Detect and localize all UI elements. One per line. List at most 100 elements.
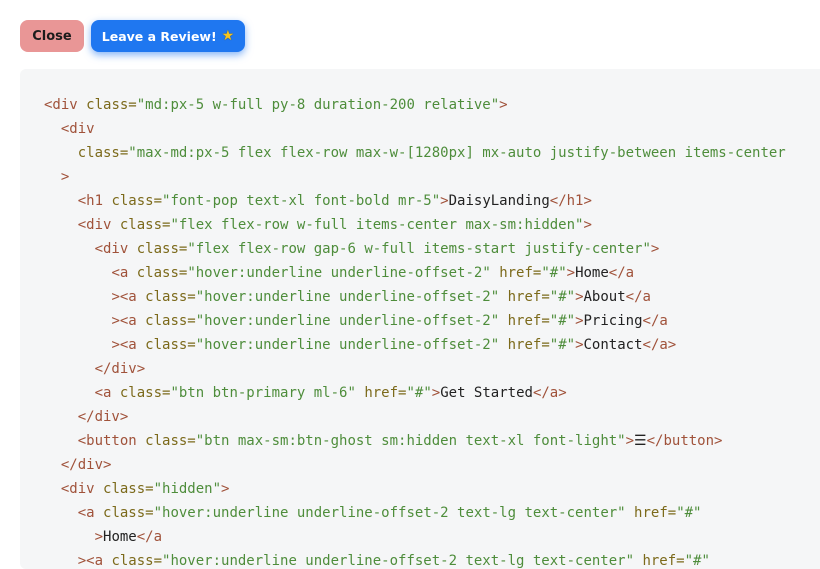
code-token: > <box>94 529 104 545</box>
code-token: href= <box>634 505 677 521</box>
code-line: >Home</a <box>44 525 786 549</box>
code-line: <h1 class="font-pop text-xl font-bold mr… <box>44 189 786 213</box>
code-token: ☰ <box>634 433 647 449</box>
code-token: ><a <box>77 553 112 569</box>
code-line: > <box>44 165 786 189</box>
code-token: class= <box>77 145 129 161</box>
close-button-label: Close <box>32 28 72 44</box>
code-token: ><a <box>111 337 146 353</box>
code-token: <a <box>111 265 137 281</box>
code-token: <div <box>60 121 95 137</box>
code-token: href= <box>642 553 685 569</box>
code-line: <a class="btn btn-primary ml-6" href="#"… <box>44 381 786 405</box>
code-token: class= <box>145 313 196 329</box>
code-token: About <box>583 289 626 305</box>
code-token: DaisyLanding <box>448 193 550 209</box>
leave-review-button-label: Leave a Review! <box>101 28 217 44</box>
code-token: class= <box>86 97 137 113</box>
code-token: "#" <box>541 265 567 281</box>
code-line: ><a class="hover:underline underline-off… <box>44 285 786 309</box>
code-token: <h1 <box>77 193 112 209</box>
code-token: class= <box>103 481 154 497</box>
code-token: "hover:underline underline-offset-2" <box>195 313 508 329</box>
code-line: </div> <box>44 357 786 381</box>
code-token: > <box>566 265 576 281</box>
code-token: <div <box>60 481 104 497</box>
code-token: </a> <box>642 337 677 353</box>
code-block: <div class="md:px-5 w-full py-8 duration… <box>44 93 786 569</box>
code-token: Get Started <box>440 385 533 401</box>
code-token: </h1> <box>549 193 592 209</box>
code-token: "hover:underline underline-offset-2 text… <box>162 553 643 569</box>
code-token: </div> <box>77 409 129 425</box>
code-line: ><a class="hover:underline underline-off… <box>44 549 786 569</box>
code-token: class= <box>119 385 171 401</box>
code-token: "flex flex-row w-full items-center max-s… <box>170 217 584 233</box>
code-token: class= <box>119 217 171 233</box>
code-token: href= <box>507 337 550 353</box>
close-button[interactable]: Close <box>20 20 84 52</box>
code-token: "max-md:px-5 flex flex-row max-w-[1280px… <box>128 145 786 161</box>
code-line: ><a class="hover:underline underline-off… <box>44 309 786 333</box>
code-line: ><a class="hover:underline underline-off… <box>44 333 786 357</box>
code-line: class="max-md:px-5 flex flex-row max-w-[… <box>44 141 786 165</box>
code-token: class= <box>111 193 163 209</box>
code-token: > <box>650 241 660 257</box>
code-token: <button <box>77 433 146 449</box>
code-line: </div> <box>44 405 786 429</box>
code-token: Home <box>103 529 137 545</box>
code-token: > <box>575 289 584 305</box>
code-token: class= <box>145 289 196 305</box>
code-token: > <box>431 385 441 401</box>
code-token: </a <box>625 289 651 305</box>
code-line: <div class="flex flex-row w-full items-c… <box>44 213 786 237</box>
code-token: > <box>440 193 449 209</box>
code-token: class= <box>145 337 196 353</box>
code-token: href= <box>507 313 550 329</box>
code-token: "hover:underline underline-offset-2" <box>195 337 508 353</box>
code-token: "#" <box>549 337 576 353</box>
code-token: </button> <box>646 433 723 449</box>
code-token: <div <box>77 217 120 233</box>
code-token: "hidden" <box>153 481 222 497</box>
code-token: "#" <box>406 385 432 401</box>
code-token: "#" <box>549 289 576 305</box>
code-line: <div class="md:px-5 w-full py-8 duration… <box>44 93 786 117</box>
code-token: class= <box>136 241 188 257</box>
code-token: > <box>221 481 230 497</box>
code-token: </a <box>642 313 668 329</box>
code-token: ><a <box>111 289 146 305</box>
leave-review-button[interactable]: Leave a Review! ★ <box>91 20 245 52</box>
code-line: <div class="flex flex-row gap-6 w-full i… <box>44 237 786 261</box>
code-token: Home <box>575 265 609 281</box>
code-token: > <box>575 313 584 329</box>
code-token: class= <box>103 505 154 521</box>
code-token: class= <box>136 265 188 281</box>
code-line: </div> <box>44 453 786 477</box>
code-token: "flex flex-row gap-6 w-full items-start … <box>187 241 651 257</box>
toolbar: Close Leave a Review! ★ <box>0 0 820 70</box>
code-token: </a> <box>532 385 567 401</box>
code-token: ><a <box>111 313 146 329</box>
code-viewer[interactable]: <div class="md:px-5 w-full py-8 duration… <box>20 69 820 569</box>
code-token: </a <box>608 265 635 281</box>
code-token: "md:px-5 w-full py-8 duration-200 relati… <box>136 97 500 113</box>
code-token: > <box>499 97 508 113</box>
code-line: <a class="hover:underline underline-offs… <box>44 261 786 285</box>
code-token: > <box>575 337 584 353</box>
code-token: "btn btn-primary ml-6" <box>170 385 365 401</box>
